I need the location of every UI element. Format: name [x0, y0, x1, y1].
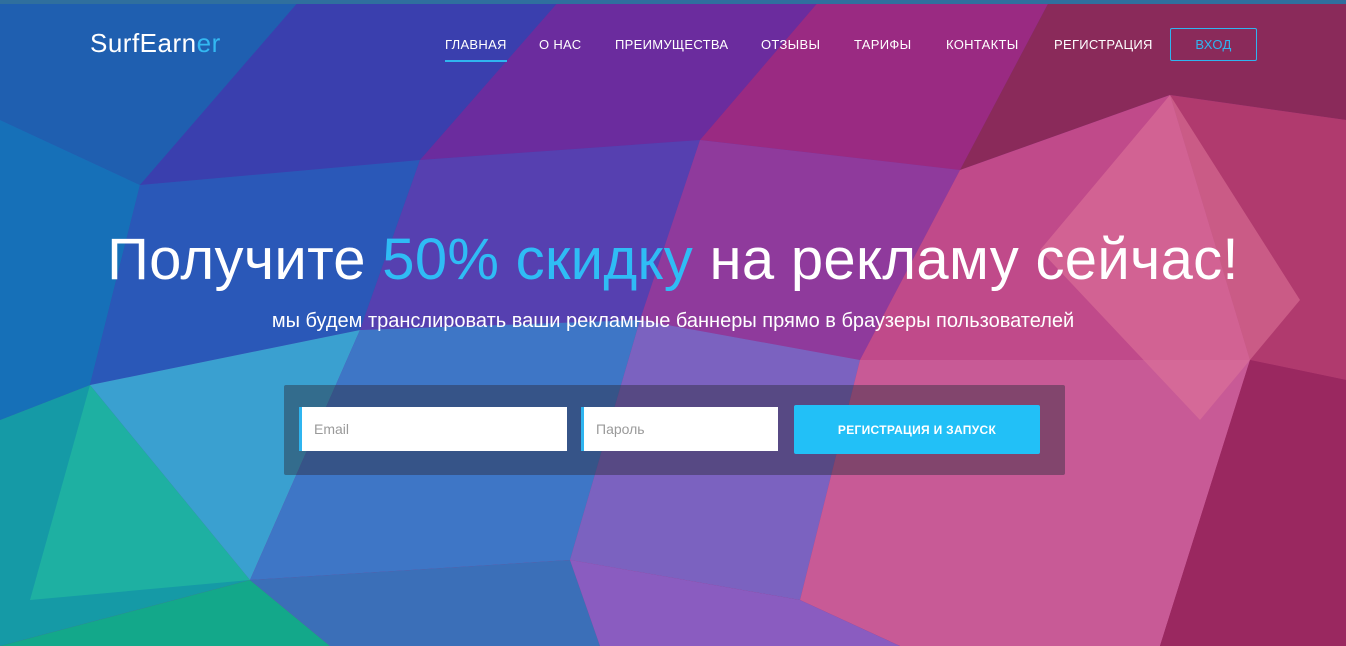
hero-title-accent: 50% скидку — [382, 227, 694, 292]
nav-item-contacts[interactable]: КОНТАКТЫ — [946, 37, 1019, 52]
hero-title-start: Получите — [107, 227, 383, 292]
register-and-launch-button[interactable]: РЕГИСТРАЦИЯ И ЗАПУСК — [794, 405, 1040, 454]
login-button[interactable]: ВХОД — [1170, 28, 1257, 61]
landing-page: SurfEarner ГЛАВНАЯ О НАС ПРЕИМУЩЕСТВА ОТ… — [0, 0, 1346, 646]
signup-form: РЕГИСТРАЦИЯ И ЗАПУСК — [284, 385, 1065, 475]
password-input[interactable] — [581, 407, 778, 451]
hero-subtitle: мы будем транслировать ваши рекламные ба… — [271, 310, 1075, 332]
site-header: SurfEarner ГЛАВНАЯ О НАС ПРЕИМУЩЕСТВА ОТ… — [0, 0, 1346, 90]
email-input[interactable] — [299, 407, 567, 451]
main-nav: ГЛАВНАЯ О НАС ПРЕИМУЩЕСТВА ОТЗЫВЫ ТАРИФЫ… — [0, 37, 1346, 62]
hero-title-end: на рекламу сейчас! — [693, 227, 1239, 292]
nav-item-reviews[interactable]: ОТЗЫВЫ — [761, 37, 820, 52]
nav-item-home[interactable]: ГЛАВНАЯ — [445, 37, 507, 62]
nav-item-about[interactable]: О НАС — [539, 37, 581, 52]
nav-item-pricing[interactable]: ТАРИФЫ — [854, 37, 911, 52]
nav-item-registration[interactable]: РЕГИСТРАЦИЯ — [1054, 37, 1153, 52]
top-accent-line — [0, 0, 1346, 4]
nav-item-advantages[interactable]: ПРЕИМУЩЕСТВА — [615, 37, 728, 52]
hero-title: Получите 50% скидку на рекламу сейчас! — [0, 226, 1346, 293]
